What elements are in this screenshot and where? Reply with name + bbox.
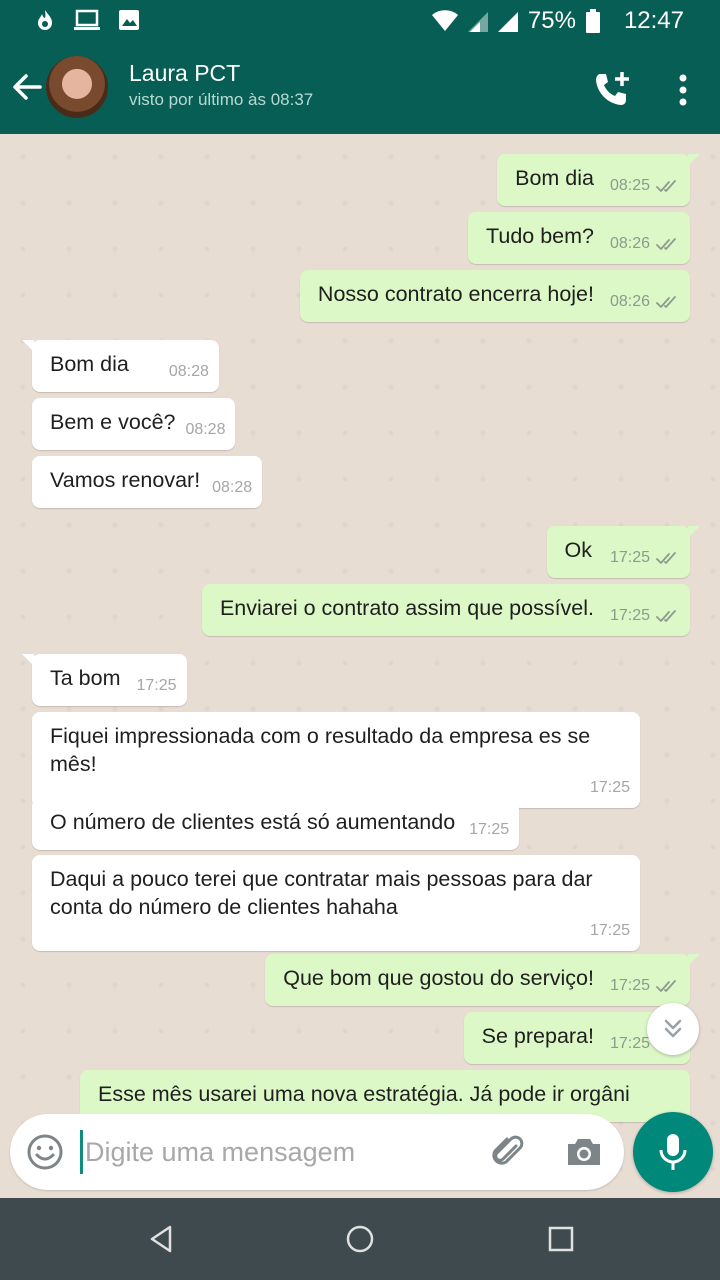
message-time: 17:25 <box>609 607 650 624</box>
emoji-icon[interactable] <box>26 1133 64 1171</box>
message-time: 08:28 <box>185 421 226 438</box>
nav-home-icon[interactable] <box>345 1224 375 1254</box>
message-time: 08:25 <box>609 177 650 194</box>
message-text: O número de clientes está só aumentando <box>50 810 456 834</box>
mic-button[interactable] <box>633 1112 713 1192</box>
add-call-icon[interactable] <box>592 70 632 110</box>
avatar[interactable] <box>46 56 108 118</box>
message-time: 17:25 <box>589 779 630 796</box>
message-time: 08:26 <box>609 235 650 252</box>
incoming-message[interactable]: Daqui a pouco terei que contratar mais p… <box>32 855 640 951</box>
message-text: Fiquei impressionada com o resultado da … <box>50 724 591 776</box>
double-check-icon <box>656 552 676 564</box>
message-time: 17:25 <box>589 922 630 939</box>
message-meta: 08:25 <box>610 172 680 200</box>
incoming-message[interactable]: Vamos renovar! 08:28 <box>32 456 263 508</box>
signal-icon <box>497 12 518 32</box>
image-icon <box>119 10 139 30</box>
message-meta: 08:26 <box>610 230 680 258</box>
back-arrow-icon[interactable] <box>10 70 44 104</box>
outgoing-message[interactable]: Bom dia 08:25 <box>497 154 700 206</box>
message-time: 17:25 <box>609 1035 650 1052</box>
message-time: 17:25 <box>609 549 650 566</box>
outgoing-message[interactable]: Enviarei o contrato assim que possível. 1… <box>201 584 690 636</box>
message-text: Ok <box>564 538 592 562</box>
signal-icon <box>467 12 488 32</box>
nav-back-icon[interactable] <box>146 1224 176 1254</box>
double-check-icon <box>656 980 676 992</box>
outgoing-message[interactable]: Que bom que gostou do serviço! 17:25 <box>265 954 700 1006</box>
message-time: 08:26 <box>609 293 650 310</box>
camera-icon[interactable] <box>564 1132 604 1172</box>
outgoing-message[interactable]: Nosso contrato encerra hoje! 08:26 <box>299 270 690 322</box>
compose-bar <box>10 1114 624 1190</box>
message-meta: 08:28 <box>185 416 225 444</box>
message-meta: 17:25 <box>590 917 630 945</box>
status-bar: 75% 12:47 <box>0 0 720 42</box>
incoming-message[interactable]: Bem e você? 08:28 <box>32 398 236 450</box>
message-text: Daqui a pouco terei que contratar mais p… <box>50 867 593 919</box>
message-list[interactable]: Bom dia 08:25 Tudo bem? 08:26 Nosso contrato… <box>0 134 720 1198</box>
outgoing-message[interactable]: Ok 17:25 <box>546 526 701 578</box>
message-meta: 17:25 <box>136 672 176 700</box>
double-check-icon <box>656 180 676 192</box>
message-text: Ta bom <box>50 666 121 690</box>
double-check-icon <box>656 610 676 622</box>
message-text: Bom dia <box>50 352 129 376</box>
incoming-message[interactable]: Fiquei impressionada com o resultado da … <box>32 712 640 808</box>
scroll-down-icon <box>664 1019 682 1038</box>
message-time: 08:28 <box>212 479 253 496</box>
message-meta: 17:25 <box>469 816 509 844</box>
message-meta: 17:25 <box>590 774 630 802</box>
message-time: 17:25 <box>609 977 650 994</box>
contact-name[interactable]: Laura PCT <box>129 60 240 87</box>
last-seen: visto por último às 08:37 <box>129 90 314 109</box>
message-time: 08:28 <box>168 363 209 380</box>
navigation-bar <box>0 1198 720 1280</box>
message-time: 17:25 <box>136 677 177 694</box>
wifi-icon <box>431 10 458 31</box>
chat-header: Laura PCT visto por último às 08:37 <box>0 42 720 134</box>
incoming-message[interactable]: Bom dia 08:28 <box>22 340 219 392</box>
screen-icon <box>74 9 100 30</box>
more-vert-icon[interactable] <box>668 70 698 110</box>
message-meta: 17:25 <box>610 972 680 1000</box>
mic-icon <box>659 1134 687 1170</box>
double-check-icon <box>656 296 676 308</box>
message-text: Nosso contrato encerra hoje! <box>317 282 594 306</box>
message-text: Vamos renovar! <box>50 468 201 492</box>
double-check-icon <box>656 238 676 250</box>
message-meta: 08:28 <box>169 358 209 386</box>
incoming-message[interactable]: Ta bom 17:25 <box>22 654 187 706</box>
message-text: Se prepara! <box>481 1024 594 1048</box>
message-text: Tudo bem? <box>486 224 594 248</box>
message-time: 17:25 <box>469 821 510 838</box>
outgoing-message[interactable]: Tudo bem? 08:26 <box>468 212 690 264</box>
message-input[interactable] <box>80 1130 470 1174</box>
scroll-down-button[interactable] <box>647 1003 699 1055</box>
nav-recent-icon[interactable] <box>547 1225 575 1253</box>
battery-level: 75% <box>527 7 576 34</box>
fire-icon <box>38 10 52 30</box>
message-meta: 17:25 <box>610 544 680 572</box>
message-meta: 08:28 <box>212 474 252 502</box>
message-text: Bem e você? <box>50 410 176 434</box>
status-right: 75% 12:47 <box>431 7 684 35</box>
attach-icon[interactable] <box>488 1132 528 1172</box>
status-left-icons <box>34 8 140 32</box>
message-text: Enviarei o contrato assim que possível. <box>219 596 594 620</box>
message-text: Esse mês usarei uma nova estratégia. Já … <box>98 1082 630 1106</box>
message-text: Bom dia <box>515 166 594 190</box>
message-meta: 17:25 <box>610 602 680 630</box>
clock: 12:47 <box>623 7 684 34</box>
battery-icon <box>585 9 600 33</box>
incoming-message[interactable]: O número de clientes está só aumentando 1… <box>32 798 520 850</box>
message-text: Que bom que gostou do serviço! <box>283 966 594 990</box>
message-meta: 08:26 <box>610 288 680 316</box>
